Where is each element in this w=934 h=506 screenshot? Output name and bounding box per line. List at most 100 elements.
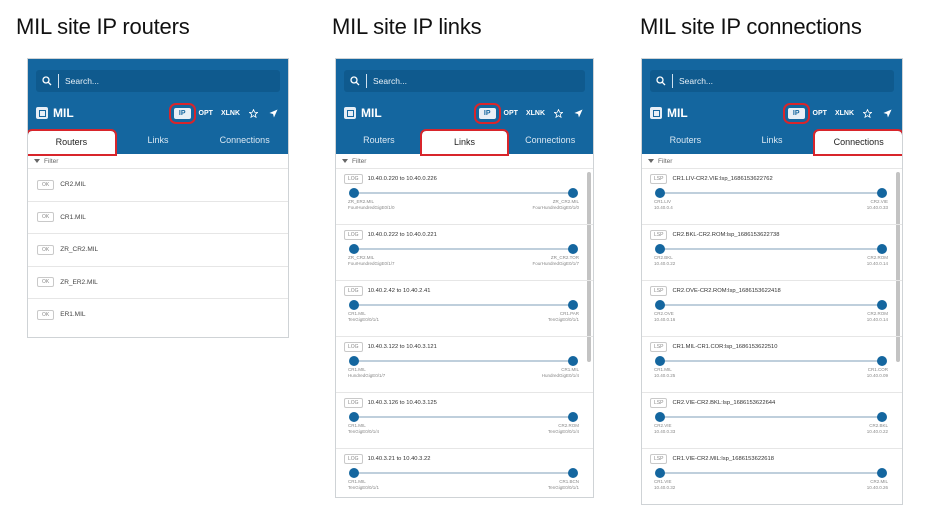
tab-links[interactable]: Links bbox=[115, 127, 202, 154]
caret-down-icon bbox=[342, 158, 348, 163]
layer-xlnk-button[interactable]: XLNK bbox=[221, 110, 240, 117]
search-bar[interactable]: Search... bbox=[36, 70, 280, 92]
status-tag: OK bbox=[37, 277, 55, 288]
site-bar: MIL IP OPT XLNK bbox=[344, 102, 585, 124]
list-item[interactable]: LOG 10.40.3.21 to 10.40.3.22 CR1.MIL TenGi… bbox=[336, 448, 593, 497]
connection-name: CR2.OVE-CR2.ROM:lsp_1686153622418 bbox=[672, 288, 781, 294]
endpoint-a-interface: FourHundredGigE0/1/0 bbox=[348, 205, 395, 210]
endpoint-a-address: 10.40.0.25 bbox=[654, 373, 676, 378]
location-arrow-icon[interactable] bbox=[571, 108, 585, 118]
caret-down-icon bbox=[34, 158, 40, 163]
endpoint-a-interface: TenGigE0/0/1/1 bbox=[348, 317, 380, 322]
endpoint-a-dot bbox=[655, 188, 665, 198]
caret-down-icon bbox=[648, 158, 654, 163]
link-list: LOG 10.40.0.220 to 10.40.0.226 ZR_ER2.MIL… bbox=[336, 168, 593, 497]
endpoint-a-dot bbox=[655, 300, 665, 310]
list-item[interactable]: LSP CR2.OVE-CR2.ROM:lsp_1686153622418 CR2… bbox=[642, 280, 902, 336]
list-item[interactable]: OK CR2.MIL bbox=[28, 168, 288, 201]
star-icon[interactable] bbox=[860, 108, 874, 118]
list-item[interactable]: LSP CR1.MIL-CR1.COR:lsp_1686153622510 CR1… bbox=[642, 336, 902, 392]
tab-connections[interactable]: Connections bbox=[813, 129, 902, 156]
endpoint-b-dot bbox=[568, 412, 578, 422]
endpoint-b-dot bbox=[877, 244, 887, 254]
search-input[interactable]: Search... bbox=[65, 76, 99, 86]
list-item[interactable]: OK ZR_CR2.MIL bbox=[28, 233, 288, 266]
type-tag: LSP bbox=[650, 230, 668, 240]
router-name: ZR_CR2.MIL bbox=[60, 246, 99, 254]
list-item[interactable]: LOG 10.40.0.222 to 10.40.0.221 ZR_CR2.MIL… bbox=[336, 224, 593, 280]
type-tag: LSP bbox=[650, 174, 668, 184]
site-name: MIL bbox=[667, 106, 688, 120]
filter-toggle[interactable]: Filter bbox=[28, 154, 288, 168]
tab-routers[interactable]: Routers bbox=[642, 127, 729, 154]
type-tag: LSP bbox=[650, 398, 668, 408]
endpoint-b-interface: TenGigE0/0/1/4 bbox=[547, 429, 579, 434]
endpoint-b-interface: HundredGigE0/1/4 bbox=[541, 373, 579, 378]
list-item[interactable]: LOG 10.40.3.126 to 10.40.3.125 CR1.MIL Ten… bbox=[336, 392, 593, 448]
status-tag: OK bbox=[37, 244, 55, 255]
search-divider bbox=[58, 74, 59, 88]
connection-endpoints-bar bbox=[655, 187, 887, 199]
star-icon[interactable] bbox=[246, 108, 260, 118]
tab-links[interactable]: Links bbox=[419, 129, 510, 156]
endpoint-a-interface: FourHundredGigE0/1/7 bbox=[348, 261, 395, 266]
endpoint-a-dot bbox=[655, 468, 665, 478]
endpoint-b-address: 10.40.0.14 bbox=[866, 261, 888, 266]
list-item[interactable]: LSP CR1.VIE-CR2.MIL:lsp_1686153622618 CR1… bbox=[642, 448, 902, 504]
layer-xlnk-button[interactable]: XLNK bbox=[526, 110, 545, 117]
endpoint-a-dot bbox=[349, 300, 359, 310]
layer-ip-button[interactable]: IP bbox=[169, 102, 196, 124]
layer-ip-button[interactable]: IP bbox=[474, 102, 501, 124]
list-item[interactable]: OK ZR_ER2.MIL bbox=[28, 265, 288, 299]
list-item[interactable]: LSP CR2.BKL-CR2.ROM:lsp_1686153622738 CR2… bbox=[642, 224, 902, 280]
status-tag: OK bbox=[37, 309, 55, 320]
list-item[interactable]: LOG 10.40.3.122 to 10.40.3.121 CR1.MIL Hun… bbox=[336, 336, 593, 392]
filter-toggle[interactable]: Filter bbox=[642, 154, 902, 168]
tab-routers[interactable]: Routers bbox=[336, 127, 422, 154]
link-endpoints-bar bbox=[349, 299, 578, 311]
status-tag: OK bbox=[37, 179, 55, 190]
tab-connections[interactable]: Connections bbox=[201, 127, 288, 154]
endpoint-b-dot bbox=[877, 188, 887, 198]
links-panel: Search... MIL IP OPT XLNK Routers Links … bbox=[335, 58, 594, 498]
router-name: CR2.MIL bbox=[60, 181, 86, 189]
type-tag: LSP bbox=[650, 454, 668, 464]
list-item[interactable]: OK ER1.MIL bbox=[28, 298, 288, 331]
endpoint-a-dot bbox=[655, 412, 665, 422]
list-item[interactable]: LOG 10.40.0.220 to 10.40.0.226 ZR_ER2.MIL… bbox=[336, 168, 593, 224]
location-arrow-icon[interactable] bbox=[880, 108, 894, 118]
type-tag: LOG bbox=[344, 286, 363, 296]
layer-opt-button[interactable]: OPT bbox=[504, 110, 518, 117]
tab-routers[interactable]: Routers bbox=[28, 129, 117, 156]
layer-xlnk-button[interactable]: XLNK bbox=[835, 110, 854, 117]
list-item[interactable]: LOG 10.40.2.42 to 10.40.2.41 CR1.MIL TenGi… bbox=[336, 280, 593, 336]
search-input[interactable]: Search... bbox=[373, 76, 407, 86]
tab-connections[interactable]: Connections bbox=[507, 127, 593, 154]
list-item[interactable]: OK CR1.MIL bbox=[28, 200, 288, 234]
list-item[interactable]: LSP CR2.VIE-CR2.BKL:lsp_1686153622644 CR2… bbox=[642, 392, 902, 448]
connection-name: CR2.VIE-CR2.BKL:lsp_1686153622644 bbox=[672, 400, 776, 406]
router-list: OK CR2.MIL OK CR1.MIL OK ZR_CR2.MIL OK ZR_ER… bbox=[28, 168, 288, 331]
search-bar[interactable]: Search... bbox=[650, 70, 894, 92]
connection-endpoints-bar bbox=[655, 411, 887, 423]
list-item[interactable]: LSP CR1.LIV-CR2.VIE:lsp_1686153622762 CR1… bbox=[642, 168, 902, 224]
connection-list: LSP CR1.LIV-CR2.VIE:lsp_1686153622762 CR1… bbox=[642, 168, 902, 504]
endpoint-a-interface: TenGigE0/0/1/4 bbox=[348, 429, 380, 434]
status-tag: OK bbox=[37, 212, 55, 223]
endpoint-a-address: 10.40.0.16 bbox=[654, 317, 676, 322]
location-arrow-icon[interactable] bbox=[266, 108, 280, 118]
app-header: Search... MIL IP OPT XLNK Routers Links … bbox=[336, 59, 593, 156]
connection-endpoints-bar bbox=[655, 299, 887, 311]
endpoint-a-address: 10.40.0.4 bbox=[654, 205, 673, 210]
tab-links[interactable]: Links bbox=[729, 127, 816, 154]
filter-label: Filter bbox=[44, 157, 59, 165]
star-icon[interactable] bbox=[551, 108, 565, 118]
filter-toggle[interactable]: Filter bbox=[336, 154, 593, 168]
search-bar[interactable]: Search... bbox=[344, 70, 585, 92]
endpoint-b-interface: TenGigE0/0/1/1 bbox=[547, 317, 579, 322]
layer-opt-button[interactable]: OPT bbox=[199, 110, 213, 117]
search-input[interactable]: Search... bbox=[679, 76, 713, 86]
layer-opt-button[interactable]: OPT bbox=[813, 110, 827, 117]
layer-ip-button[interactable]: IP bbox=[783, 102, 810, 124]
endpoint-b-dot bbox=[568, 356, 578, 366]
